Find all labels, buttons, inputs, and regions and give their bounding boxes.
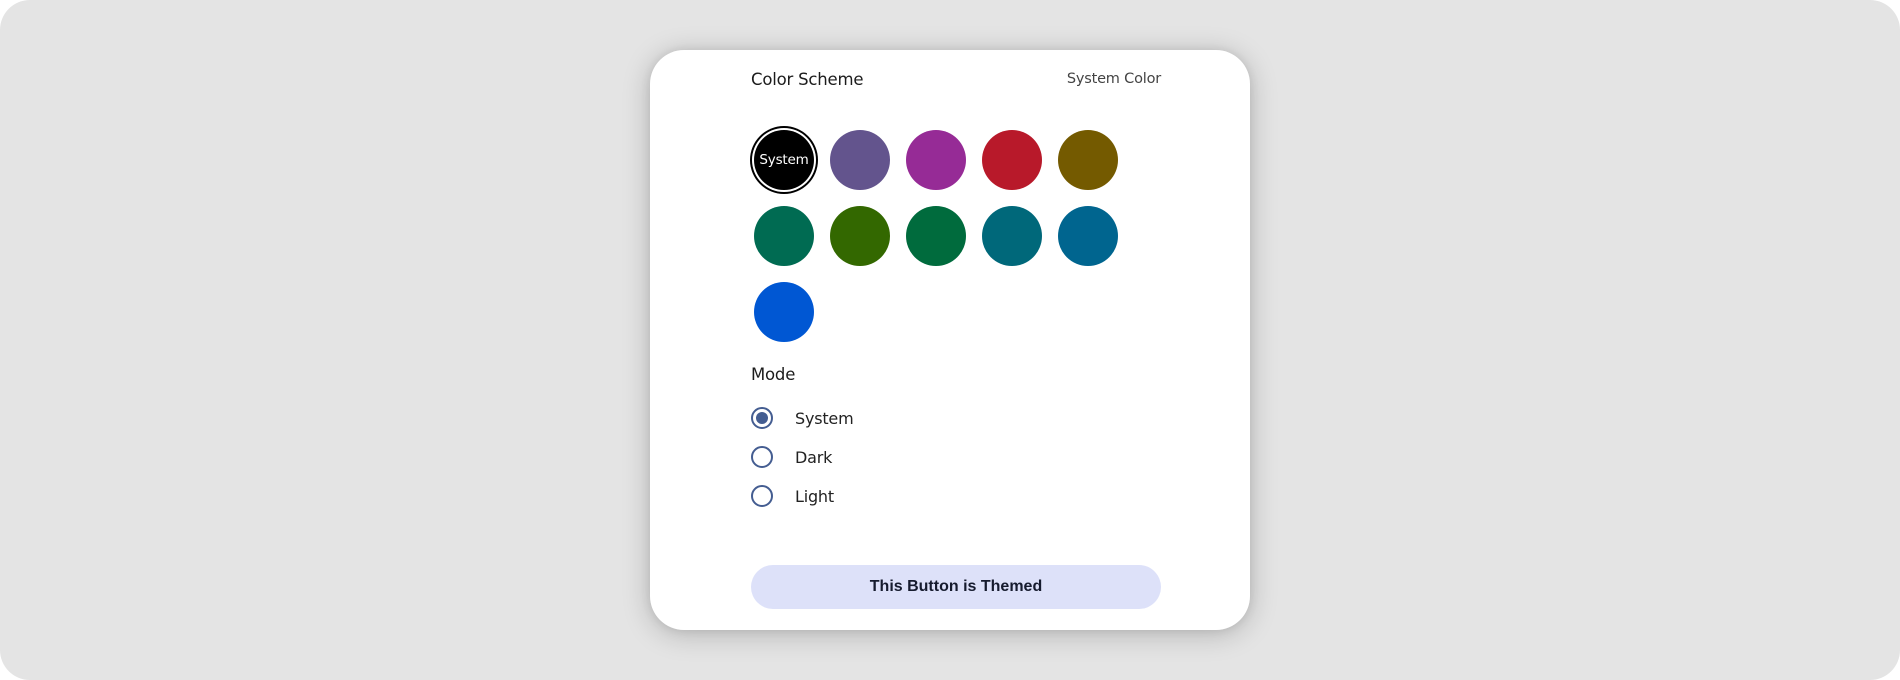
swatch-teal[interactable] <box>982 206 1042 266</box>
settings-card: Color Scheme System Color System Mode Sy… <box>650 50 1250 630</box>
swatch-system-label: System <box>759 152 809 168</box>
swatch-purple[interactable] <box>830 130 890 190</box>
radio-button[interactable] <box>751 407 773 429</box>
page-background: Color Scheme System Color System Mode Sy… <box>0 0 1900 680</box>
mode-option-label: System <box>795 408 854 428</box>
swatch-magenta[interactable] <box>906 130 966 190</box>
current-scheme-label: System Color <box>1066 71 1161 87</box>
swatch-blue[interactable] <box>754 282 814 342</box>
radio-selected-dot <box>756 412 768 424</box>
swatch-green[interactable] <box>830 206 890 266</box>
swatch-olive[interactable] <box>1058 130 1118 190</box>
radio-button[interactable] <box>751 446 773 468</box>
mode-option-label: Light <box>795 486 834 506</box>
mode-option-label: Dark <box>795 447 833 467</box>
themed-button[interactable]: This Button is Themed <box>751 565 1161 609</box>
swatch-teal-green[interactable] <box>754 206 814 266</box>
swatch-red[interactable] <box>982 130 1042 190</box>
swatch-dark-green[interactable] <box>906 206 966 266</box>
mode-title: Mode <box>751 365 796 384</box>
swatch-ocean-blue[interactable] <box>1058 206 1118 266</box>
color-scheme-header: Color Scheme System Color <box>751 70 1161 96</box>
color-scheme-title: Color Scheme <box>751 70 864 89</box>
mode-option-light[interactable]: Light <box>751 482 1051 510</box>
radio-button[interactable] <box>751 485 773 507</box>
mode-option-system[interactable]: System <box>751 404 1051 432</box>
swatch-system[interactable]: System <box>754 130 814 190</box>
mode-option-dark[interactable]: Dark <box>751 443 1051 471</box>
settings-content: Color Scheme System Color System Mode Sy… <box>751 50 1161 630</box>
